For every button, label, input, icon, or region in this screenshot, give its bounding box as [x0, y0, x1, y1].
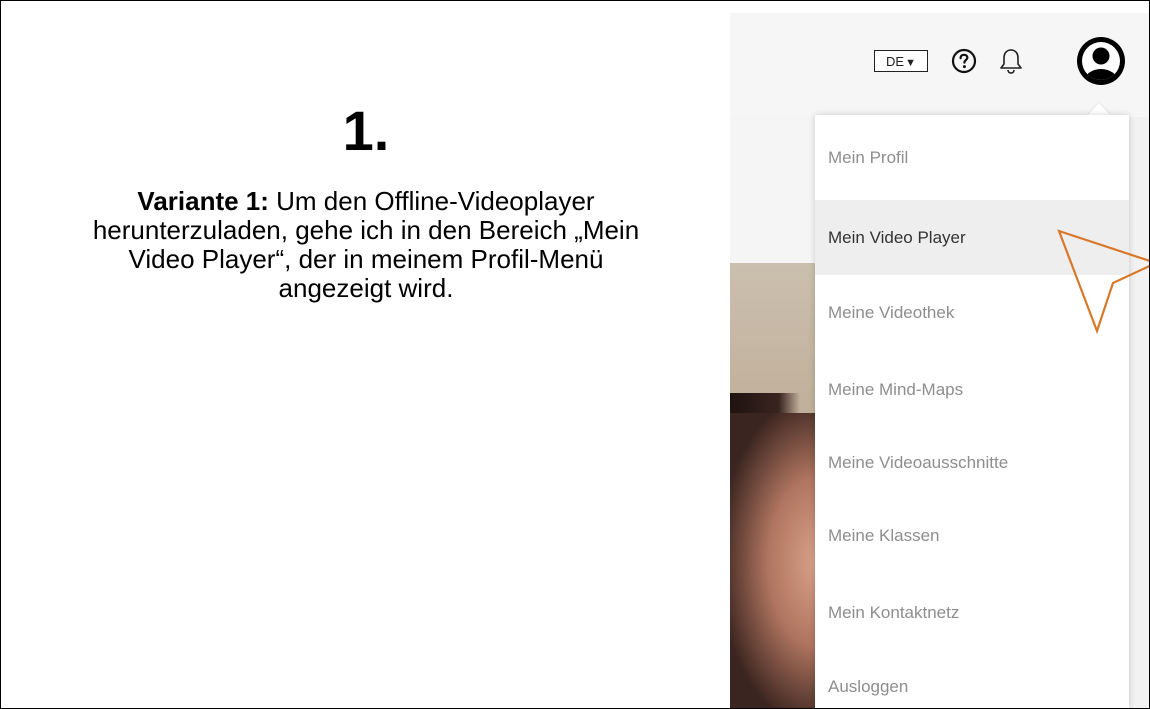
- menu-item-meine-videothek[interactable]: Meine Videothek: [815, 275, 1129, 350]
- menu-item-meine-klassen[interactable]: Meine Klassen: [815, 498, 1129, 573]
- tutorial-slide: 1. Variante 1: Um den Offline-Videoplaye…: [0, 0, 1150, 709]
- language-select[interactable]: DE▼: [874, 50, 928, 72]
- language-value: DE: [886, 54, 905, 69]
- help-icon[interactable]: [951, 48, 977, 74]
- app-screenshot: DE▼ Mein Profil Mein Video Player Meine …: [730, 13, 1149, 708]
- page-right-strip: [1128, 117, 1149, 708]
- bell-icon[interactable]: [996, 46, 1026, 76]
- menu-item-mein-profil[interactable]: Mein Profil: [815, 120, 1129, 195]
- profile-dropdown-menu: Mein Profil Mein Video Player Meine Vide…: [815, 115, 1129, 708]
- menu-item-meine-mind-maps[interactable]: Meine Mind-Maps: [815, 352, 1129, 427]
- menu-item-meine-videoausschnitte[interactable]: Meine Videoausschnitte: [815, 425, 1129, 500]
- step-lead: Variante 1:: [137, 186, 269, 216]
- menu-item-mein-video-player[interactable]: Mein Video Player: [815, 200, 1129, 275]
- menu-item-mein-kontaktnetz[interactable]: Mein Kontaktnetz: [815, 575, 1129, 650]
- top-bar: DE▼: [730, 13, 1149, 117]
- menu-item-ausloggen[interactable]: Ausloggen: [815, 649, 1129, 708]
- instruction-panel: 1. Variante 1: Um den Offline-Videoplaye…: [41, 99, 691, 303]
- dropdown-arrow-icon: ▼: [905, 57, 916, 69]
- user-account-icon[interactable]: [1075, 35, 1127, 87]
- step-description: Variante 1: Um den Offline-Videoplayer h…: [41, 187, 691, 303]
- step-number: 1.: [342, 99, 390, 162]
